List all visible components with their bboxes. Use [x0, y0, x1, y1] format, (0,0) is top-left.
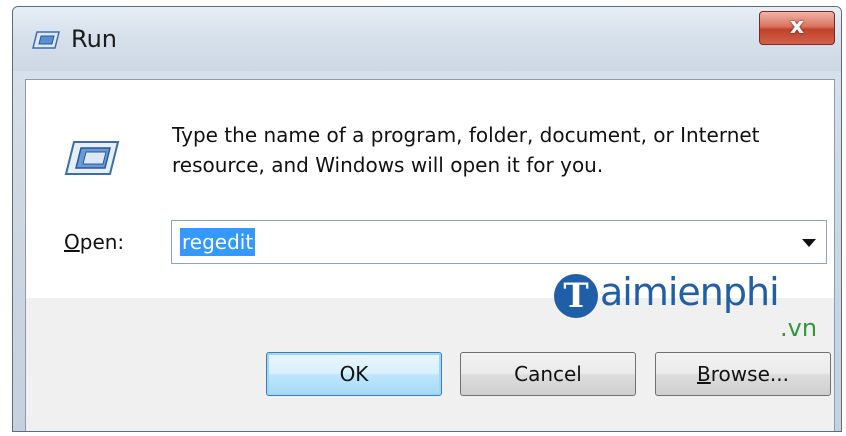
browse-button-accelerator: B [697, 362, 711, 386]
watermark-logo: T aimienphi .vn [554, 264, 824, 342]
dialog-description: Type the name of a program, folder, docu… [172, 123, 760, 177]
run-dialog-window: Run x Type the name of a program, folder… [12, 6, 842, 432]
browse-button[interactable]: Browse... [655, 352, 831, 396]
run-icon [32, 31, 60, 49]
cancel-button-label: Cancel [514, 362, 582, 386]
close-button[interactable]: x [759, 11, 835, 45]
run-icon [64, 141, 120, 175]
open-label-text: pen: [79, 230, 125, 254]
ok-button[interactable]: OK [266, 352, 442, 396]
watermark-logo-text: aimienphi [600, 270, 780, 314]
open-label-accelerator: O [64, 230, 80, 254]
chevron-down-icon[interactable] [802, 239, 816, 247]
watermark-logo-suffix: .vn [780, 314, 818, 342]
browse-button-label: rowse... [710, 362, 789, 386]
ok-button-label: OK [339, 362, 369, 386]
open-label: Open: [64, 230, 124, 254]
dialog-client-area: Type the name of a program, folder, docu… [25, 79, 835, 431]
title-bar[interactable]: Run x [13, 7, 841, 71]
open-input-value[interactable]: regedit [180, 228, 256, 256]
cancel-button[interactable]: Cancel [460, 352, 636, 396]
close-icon: x [789, 14, 805, 39]
window-title: Run [71, 25, 118, 53]
watermark-logo-glyph: T [554, 274, 598, 318]
open-combobox[interactable]: regedit [171, 220, 827, 264]
